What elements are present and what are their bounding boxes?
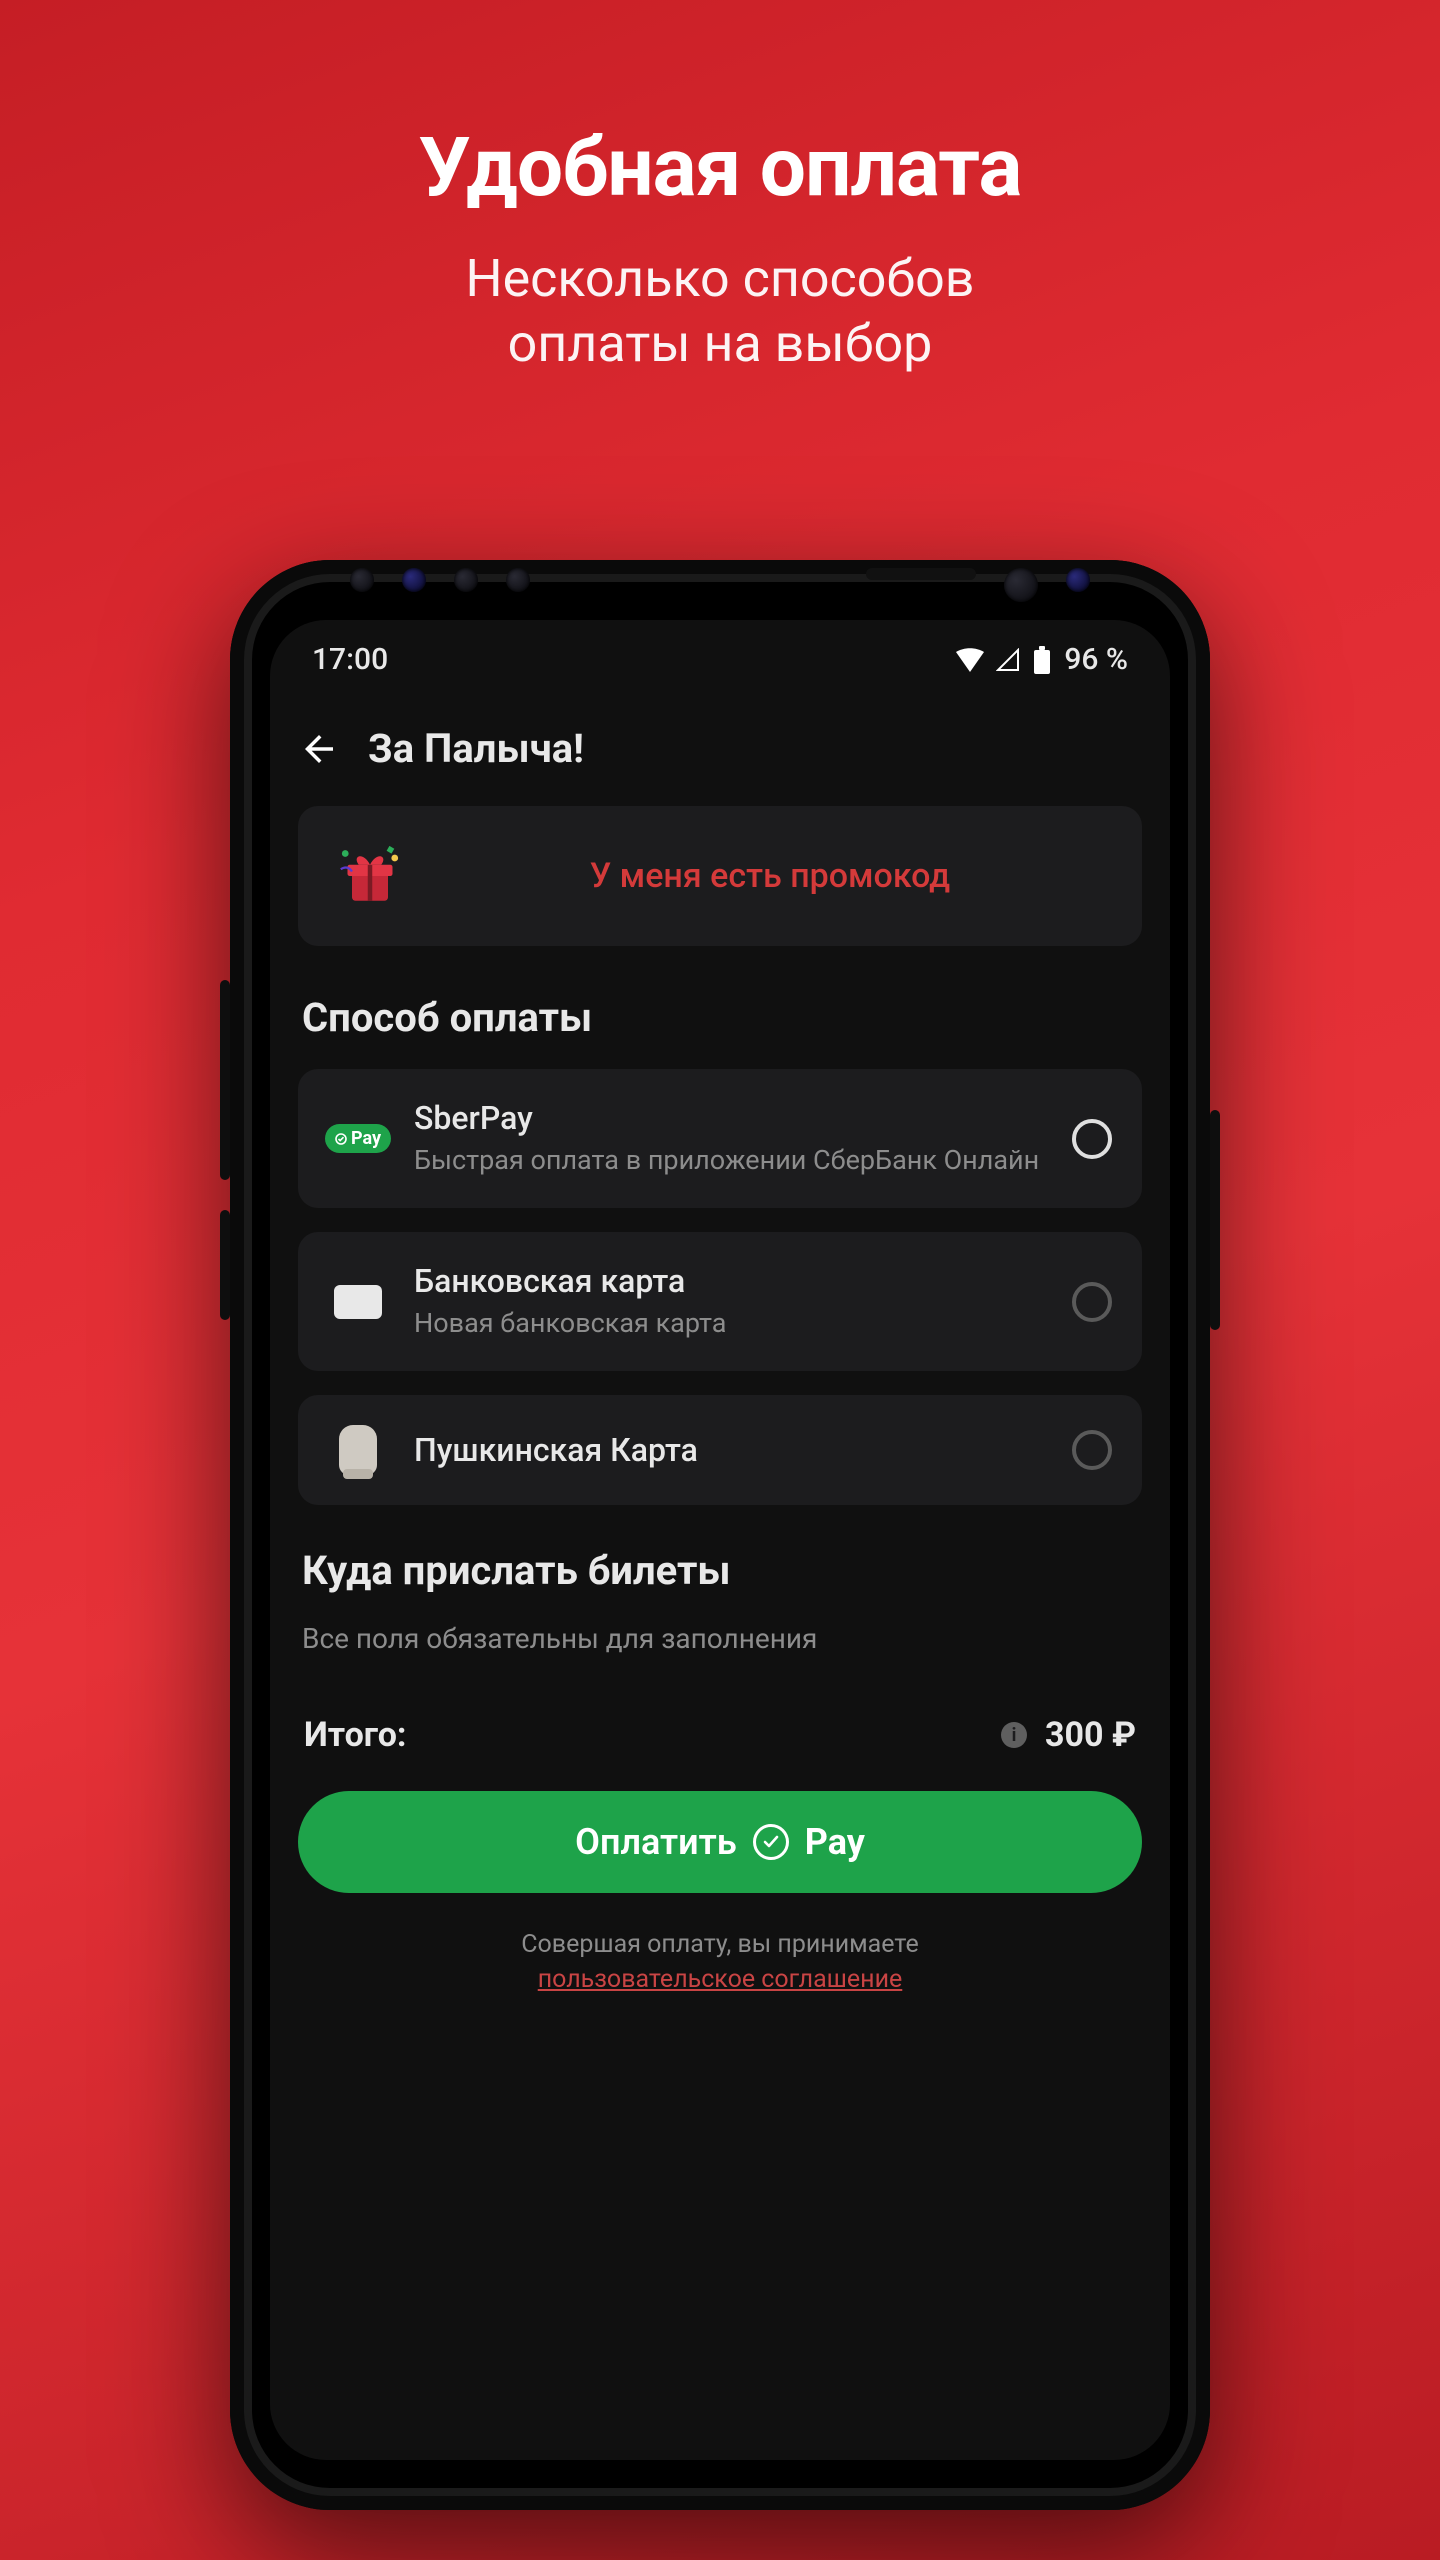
status-right: 96 % — [956, 642, 1128, 677]
promo-code-label: У меня есть промокод — [434, 856, 1106, 896]
sensor-dot — [350, 568, 374, 592]
payment-option-title: Пушкинская Карта — [414, 1431, 1046, 1469]
side-button — [220, 1210, 230, 1320]
promo-title: Удобная оплата — [0, 120, 1440, 216]
sensor-dot — [402, 568, 426, 592]
signal-icon — [996, 648, 1020, 672]
radio-unselected[interactable] — [1072, 1282, 1112, 1322]
arrow-left-icon — [298, 728, 340, 770]
pay-button[interactable]: Оплатить Pay — [298, 1791, 1142, 1893]
phone-frame: 17:00 96 % За Палыча! — [230, 560, 1210, 2510]
content: У меня есть промокод Способ оплаты Pay S… — [270, 806, 1170, 1997]
payment-option-pushkin[interactable]: Пушкинская Карта — [298, 1395, 1142, 1505]
promo-code-button[interactable]: У меня есть промокод — [298, 806, 1142, 946]
radio-unselected[interactable] — [1072, 1430, 1112, 1470]
status-bar: 17:00 96 % — [270, 620, 1170, 691]
app-header: За Палыча! — [270, 691, 1170, 806]
promo-subtitle-line1: Несколько способов — [465, 248, 974, 309]
sensor-dot — [454, 568, 478, 592]
delivery-subtitle: Все поля обязательны для заполнения — [302, 1622, 1142, 1655]
payment-option-body: Банковская карта Новая банковская карта — [414, 1262, 1046, 1341]
sensor-group-right — [866, 568, 1090, 602]
payment-option-desc: Быстрая оплата в приложении СберБанк Онл… — [414, 1143, 1046, 1178]
promo-subtitle-line2: оплаты на выбор — [508, 313, 933, 374]
totals-row: Итого: i 300 ₽ — [298, 1655, 1142, 1781]
back-button[interactable] — [298, 728, 340, 770]
card-icon — [328, 1285, 388, 1319]
wifi-icon — [956, 648, 984, 672]
legal-link[interactable]: пользовательское соглашение — [538, 1965, 903, 1994]
info-icon[interactable]: i — [1001, 1722, 1027, 1748]
totals-amount: 300 ₽ — [1045, 1715, 1136, 1755]
radio-selected[interactable] — [1072, 1119, 1112, 1159]
pay-button-brand: Pay — [805, 1821, 865, 1863]
sensor-dot — [1066, 568, 1090, 592]
battery-icon — [1032, 646, 1052, 674]
payment-option-title: SberPay — [414, 1099, 1046, 1137]
gift-icon — [334, 840, 406, 912]
sberpay-badge-text: Pay — [351, 1128, 381, 1149]
status-time: 17:00 — [312, 642, 388, 677]
payment-option-sberpay[interactable]: Pay SberPay Быстрая оплата в приложении … — [298, 1069, 1142, 1208]
pushkin-icon — [328, 1425, 388, 1475]
sensor-dot — [506, 568, 530, 592]
sberpay-icon: Pay — [328, 1124, 388, 1153]
delivery-heading: Куда прислать билеты — [302, 1547, 1142, 1594]
check-circle-icon — [753, 1824, 789, 1860]
screen: 17:00 96 % За Палыча! — [270, 620, 1170, 2460]
legal-line1: Совершая оплату, вы принимаете — [521, 1930, 918, 1959]
front-camera — [1004, 568, 1038, 602]
payment-heading: Способ оплаты — [302, 994, 1142, 1041]
payment-option-title: Банковская карта — [414, 1262, 1046, 1300]
side-button — [220, 980, 230, 1180]
legal-text: Совершая оплату, вы принимаете пользоват… — [298, 1927, 1142, 1997]
side-button — [1210, 1110, 1220, 1330]
promo-header: Удобная оплата Несколько способов оплаты… — [0, 0, 1440, 376]
status-battery: 96 % — [1064, 642, 1128, 677]
totals-label: Итого: — [304, 1715, 406, 1755]
sensor-group-left — [350, 568, 530, 592]
sberpay-badge: Pay — [325, 1124, 391, 1153]
sensor-speaker — [866, 568, 976, 580]
payment-option-desc: Новая банковская карта — [414, 1306, 1046, 1341]
promo-subtitle: Несколько способов оплаты на выбор — [0, 246, 1440, 376]
pay-button-label: Оплатить — [575, 1821, 737, 1863]
page-title: За Палыча! — [368, 725, 584, 772]
payment-option-body: Пушкинская Карта — [414, 1431, 1046, 1469]
payment-option-card[interactable]: Банковская карта Новая банковская карта — [298, 1232, 1142, 1371]
payment-option-body: SberPay Быстрая оплата в приложении Сбер… — [414, 1099, 1046, 1178]
